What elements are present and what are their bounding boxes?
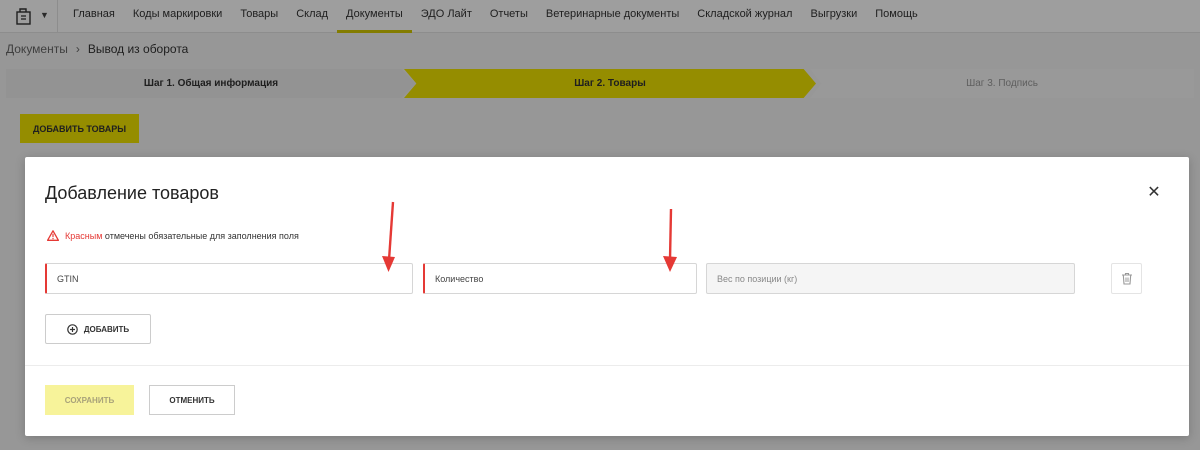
modal-title: Добавление товаров bbox=[45, 183, 219, 203]
plus-circle-icon bbox=[67, 323, 78, 335]
hint-red-word: Красным bbox=[65, 230, 103, 241]
delete-row-button[interactable] bbox=[1111, 263, 1142, 294]
warning-icon bbox=[47, 230, 59, 241]
add-goods-modal: Добавление товаров ✕ Красным отмечены об… bbox=[25, 157, 1189, 436]
quantity-input[interactable]: Количество bbox=[423, 263, 697, 294]
hint-text: отмечены обязательные для заполнения пол… bbox=[104, 230, 299, 241]
add-row-label: ДОБАВИТЬ bbox=[83, 324, 130, 334]
modal-footer-divider bbox=[25, 365, 1189, 366]
cancel-button[interactable]: ОТМЕНИТЬ bbox=[149, 385, 235, 415]
trash-icon bbox=[1121, 272, 1132, 285]
close-icon[interactable]: ✕ bbox=[1144, 182, 1164, 202]
weight-input: Вес по позиции (кг) bbox=[706, 263, 1075, 294]
add-row-button[interactable]: ДОБАВИТЬ bbox=[45, 314, 151, 344]
required-fields-hint: Красным отмечены обязательные для заполн… bbox=[47, 230, 299, 241]
save-button[interactable]: СОХРАНИТЬ bbox=[45, 385, 134, 415]
gtin-input[interactable]: GTIN bbox=[45, 263, 413, 294]
